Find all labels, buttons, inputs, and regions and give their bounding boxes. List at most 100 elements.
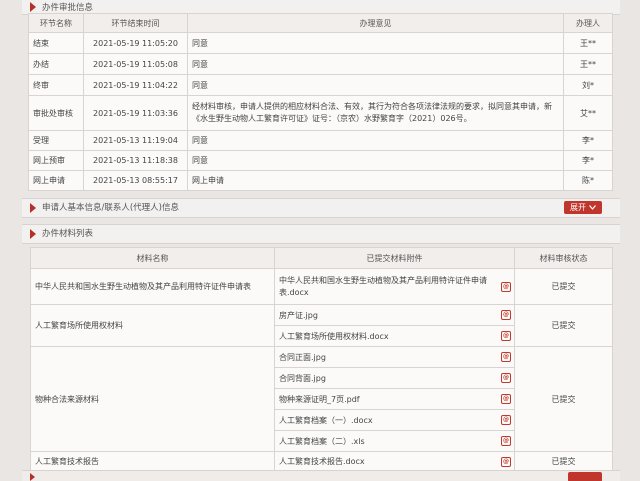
attachment-icon[interactable]: @ — [501, 331, 511, 341]
section-marker-icon — [30, 2, 36, 12]
handler-cell: 李* — [563, 130, 613, 151]
step-cell: 审批处审核 — [28, 95, 84, 131]
attachment-icon[interactable]: @ — [501, 352, 511, 362]
time-cell: 2021-05-13 11:18:38 — [83, 150, 188, 171]
attachment-icon[interactable]: @ — [501, 394, 511, 404]
attachment-cell[interactable]: 中华人民共和国水生野生动植物及其产品利用特许证件申请表.docx @ — [274, 268, 515, 305]
header-review-status: 材料审核状态 — [514, 247, 613, 269]
material-name-cell: 中华人民共和国水生野生动植物及其产品利用特许证件申请表 — [30, 268, 275, 305]
attachment-icon[interactable]: @ — [501, 436, 511, 446]
step-cell: 受理 — [28, 130, 84, 151]
table-row: 终审 2021-05-19 11:04:22 同意 刘* — [28, 74, 613, 96]
attachment-cell[interactable]: 合同背面.jpg @ — [274, 367, 515, 389]
attachment-cell[interactable]: 人工繁育档案（二）.xls @ — [274, 430, 515, 452]
attachment-cell[interactable]: 房产证.jpg @ — [274, 304, 515, 326]
table-row: 办结 2021-05-19 11:05:08 同意 王** — [28, 53, 613, 75]
table-row: 网上预审 2021-05-13 11:18:38 同意 李* — [28, 150, 613, 171]
attachment-icon[interactable]: @ — [501, 456, 511, 467]
opinion-cell: 同意 — [187, 32, 564, 54]
opinion-cell: 同意 — [187, 74, 564, 96]
attachment-link[interactable]: 物种来源证明_7页.pdf — [279, 395, 360, 404]
material-name-cell: 物种合法来源材料 — [30, 346, 275, 452]
materials-table: 材料名称 已提交材料附件 材料审核状态 中华人民共和国水生野生动植物及其产品利用… — [30, 247, 613, 472]
opinion-cell: 同意 — [187, 53, 564, 75]
time-cell: 2021-05-19 11:04:22 — [83, 74, 188, 96]
opinion-cell: 网上申请 — [187, 170, 564, 191]
table-row: 受理 2021-05-13 11:19:04 同意 李* — [28, 130, 613, 151]
time-cell: 2021-05-19 11:03:36 — [83, 95, 188, 131]
section-marker-icon — [30, 229, 36, 239]
attachment-icon[interactable]: @ — [501, 281, 511, 292]
expand-label: 展开 — [570, 203, 586, 212]
materials-section-title: 办件材料列表 — [42, 229, 94, 239]
table-row: 结束 2021-05-19 11:05:20 同意 王** — [28, 32, 613, 54]
header-opinion: 办理意见 — [187, 13, 564, 33]
section-marker-icon — [30, 473, 35, 481]
approval-table-header: 环节名称 环节结束时间 办理意见 办理人 — [28, 13, 613, 33]
attachment-link[interactable]: 房产证.jpg — [279, 311, 318, 320]
table-row: 中华人民共和国水生野生动植物及其产品利用特许证件申请表 中华人民共和国水生野生动… — [30, 268, 613, 305]
attachment-link[interactable]: 人工繁育档案（一）.docx — [279, 416, 373, 425]
expand-button[interactable] — [568, 472, 602, 481]
status-cell: 已提交 — [514, 268, 613, 305]
section-marker-icon — [30, 203, 36, 213]
time-cell: 2021-05-13 11:19:04 — [83, 130, 188, 151]
table-row: 物种合法来源材料 合同正面.jpg @ 已提交 — [30, 346, 613, 452]
header-time: 环节结束时间 — [83, 13, 188, 33]
attachment-icon[interactable]: @ — [501, 310, 511, 320]
materials-table-header: 材料名称 已提交材料附件 材料审核状态 — [30, 247, 613, 269]
step-cell: 终审 — [28, 74, 84, 96]
handler-cell: 王** — [563, 53, 613, 75]
step-cell: 办结 — [28, 53, 84, 75]
applicant-section-header[interactable]: 申请人基本信息/联系人(代理人)信息 展开 — [22, 198, 620, 218]
time-cell: 2021-05-13 08:55:17 — [83, 170, 188, 191]
handler-cell: 艾** — [563, 95, 613, 131]
table-row: 人工繁育场所使用权材料 房产证.jpg @ 已提交 — [30, 304, 613, 347]
approval-section-title: 办件审批信息 — [42, 3, 94, 13]
opinion-cell: 经材料审核，申请人提供的相应材料合法、有效，其行为符合各项法律法规的要求，拟同意… — [187, 95, 564, 131]
header-handler: 办理人 — [563, 13, 613, 33]
handler-cell: 陈* — [563, 170, 613, 191]
material-name-cell: 人工繁育场所使用权材料 — [30, 304, 275, 347]
expand-button[interactable]: 展开 — [564, 201, 602, 214]
step-cell: 网上申请 — [28, 170, 84, 191]
attachment-link[interactable]: 中华人民共和国水生野生动植物及其产品利用特许证件申请表.docx — [279, 276, 487, 297]
handler-cell: 刘* — [563, 74, 613, 96]
handler-cell: 李* — [563, 150, 613, 171]
attachment-icon[interactable]: @ — [501, 415, 511, 425]
header-material-name: 材料名称 — [30, 247, 275, 269]
opinion-cell: 同意 — [187, 130, 564, 151]
attachment-icon[interactable]: @ — [501, 373, 511, 383]
step-cell: 结束 — [28, 32, 84, 54]
status-cell: 已提交 — [514, 451, 613, 472]
table-row: 人工繁育技术报告 人工繁育技术报告.docx @ 已提交 — [30, 451, 613, 472]
page: 办件审批信息 环节名称 环节结束时间 办理意见 办理人 结束 2021-05-1… — [0, 0, 640, 481]
time-cell: 2021-05-19 11:05:08 — [83, 53, 188, 75]
table-row: 审批处审核 2021-05-19 11:03:36 经材料审核，申请人提供的相应… — [28, 95, 613, 131]
header-attachments: 已提交材料附件 — [274, 247, 515, 269]
materials-section-header: 办件材料列表 — [22, 224, 620, 244]
status-cell: 已提交 — [514, 346, 613, 452]
attachment-cell[interactable]: 合同正面.jpg @ — [274, 346, 515, 368]
step-cell: 网上预审 — [28, 150, 84, 171]
attachment-cell[interactable]: 物种来源证明_7页.pdf @ — [274, 388, 515, 410]
attachment-cell[interactable]: 人工繁育场所使用权材料.docx @ — [274, 325, 515, 347]
handler-cell: 王** — [563, 32, 613, 54]
table-row: 网上申请 2021-05-13 08:55:17 网上申请 陈* — [28, 170, 613, 191]
attachment-cell[interactable]: 人工繁育技术报告.docx @ — [274, 451, 515, 472]
attachment-link[interactable]: 合同背面.jpg — [279, 374, 326, 383]
attachment-link[interactable]: 合同正面.jpg — [279, 353, 326, 362]
attachment-cell[interactable]: 人工繁育档案（一）.docx @ — [274, 409, 515, 431]
attachment-link[interactable]: 人工繁育技术报告.docx — [279, 457, 365, 466]
attachment-link[interactable]: 人工繁育档案（二）.xls — [279, 437, 365, 446]
attachment-link[interactable]: 人工繁育场所使用权材料.docx — [279, 332, 389, 341]
applicant-section-title: 申请人基本信息/联系人(代理人)信息 — [42, 203, 179, 213]
approval-table: 环节名称 环节结束时间 办理意见 办理人 结束 2021-05-19 11:05… — [28, 13, 613, 191]
time-cell: 2021-05-19 11:05:20 — [83, 32, 188, 54]
material-name-cell: 人工繁育技术报告 — [30, 451, 275, 472]
header-step: 环节名称 — [28, 13, 84, 33]
status-cell: 已提交 — [514, 304, 613, 347]
chevron-down-icon — [589, 201, 596, 214]
next-section-header — [22, 470, 620, 481]
opinion-cell: 同意 — [187, 150, 564, 171]
